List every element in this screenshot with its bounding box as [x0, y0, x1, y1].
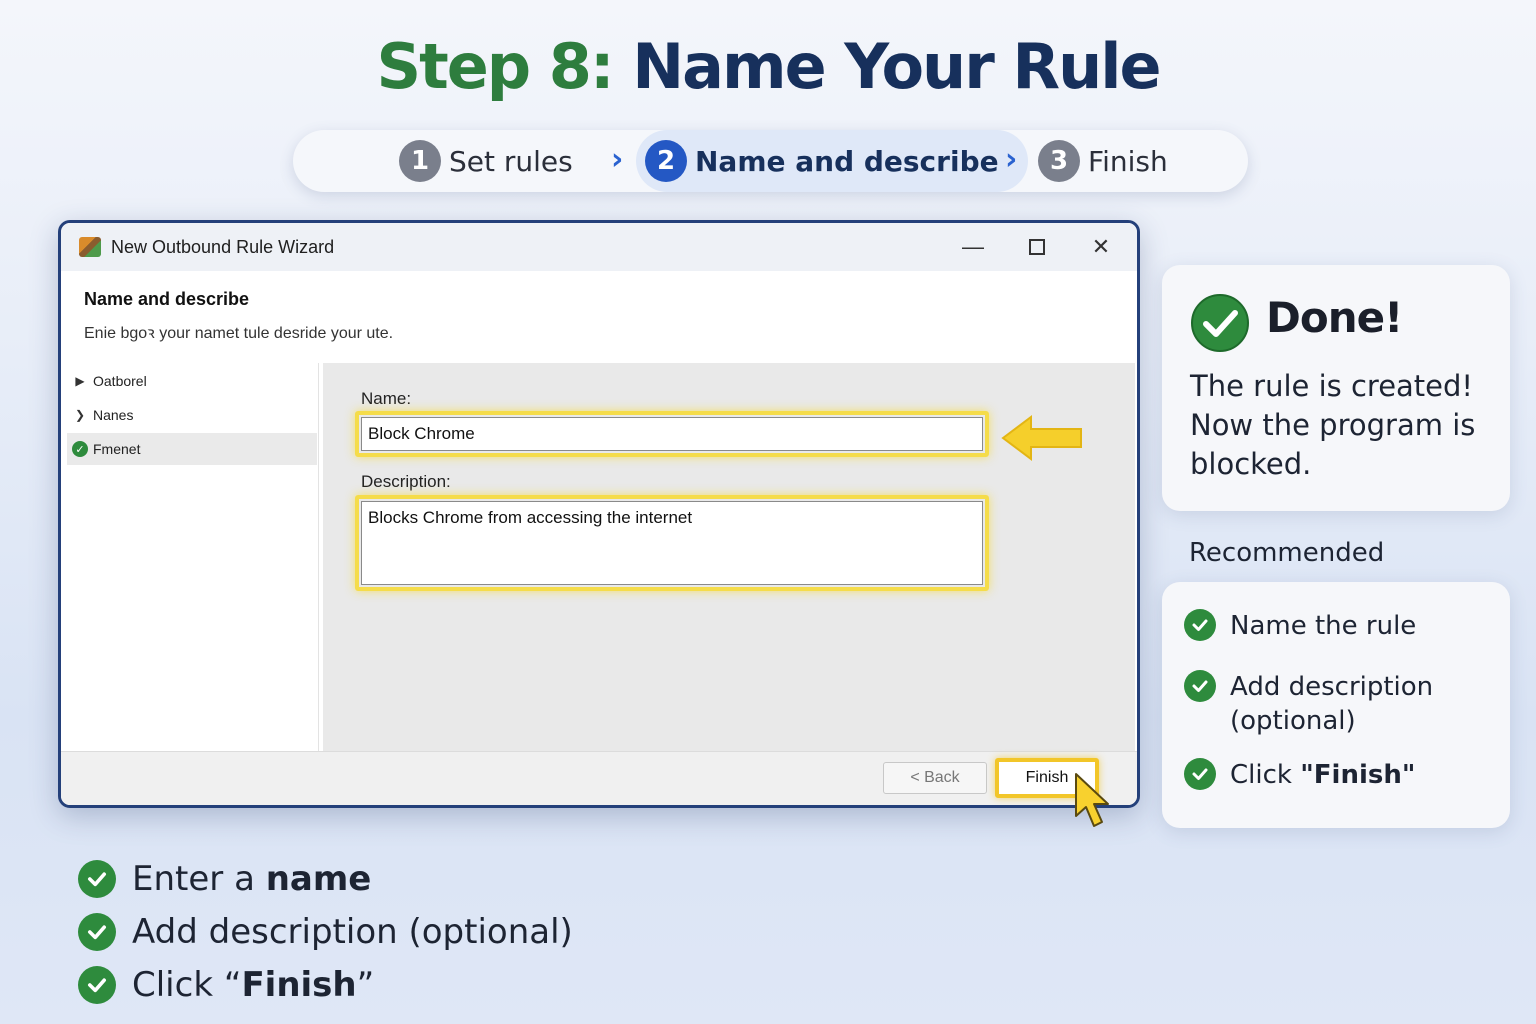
recommended-item: Name the rule: [1184, 609, 1416, 643]
chevron-right-icon: ›: [611, 142, 624, 177]
check-icon: [78, 859, 116, 898]
heading-prefix: Step 8:: [376, 30, 614, 103]
check-icon: [78, 965, 116, 1004]
step-3-label: Finish: [1088, 144, 1168, 178]
step-1-label: Set rules: [449, 144, 573, 178]
wizard-footer: < Back Finish: [61, 751, 1137, 805]
description-textarea[interactable]: Blocks Chrome from accessing the interne…: [361, 501, 983, 585]
window-title: New Outbound Rule Wizard: [111, 236, 335, 257]
check-icon: [1184, 758, 1216, 790]
step-2-label: Name and describe: [695, 144, 999, 178]
done-text: The rule is created! Now the program is …: [1190, 369, 1476, 481]
recommended-item: Click "Finish": [1184, 758, 1415, 792]
done-card: Done! The rule is created! Now the progr…: [1162, 265, 1510, 511]
step-2: 2 Name and describe: [636, 130, 1028, 192]
recommended-item-bold: "Finish": [1300, 760, 1416, 790]
nav-item-names[interactable]: ❯ Nanes: [67, 399, 317, 431]
checklist-item: Enter a name: [78, 852, 573, 905]
checklist-item: Click “Finish”: [78, 958, 573, 1011]
nav-item-label: Oatborel: [93, 373, 147, 389]
page-heading: Step 8: Name Your Rule: [0, 30, 1536, 103]
step-1: 1 Set rules: [399, 130, 573, 192]
pointer-arrow-icon: [1001, 415, 1082, 461]
arrow-right-icon: ▶: [75, 374, 85, 388]
chevron-right-icon: ›: [1005, 142, 1018, 177]
maximize-button[interactable]: [1017, 231, 1057, 263]
step-1-number: 1: [399, 140, 441, 182]
firewall-app-icon: [79, 237, 101, 257]
step-progress-bar: 1 Set rules › 2 Name and describe › 3 Fi…: [293, 130, 1248, 192]
name-label: Name:: [361, 389, 412, 408]
checklist-item-bold: Finish: [241, 964, 357, 1005]
recommended-item-text: Add description (optional): [1230, 672, 1434, 736]
recommended-item-text: Name the rule: [1230, 611, 1417, 641]
mouse-cursor-icon: [1075, 773, 1109, 827]
recommended-card: Name the rule Add description (optional)…: [1162, 582, 1510, 828]
description-label: Description:: [361, 472, 451, 491]
step-3-number: 3: [1038, 140, 1080, 182]
checklist-item-bold: name: [265, 858, 372, 899]
maximize-icon: [1029, 239, 1045, 255]
nav-item-outbound[interactable]: ▶ Oatborel: [67, 365, 317, 397]
wizard-content: Name: Block Chrome Description: Blocks C…: [323, 363, 1135, 751]
recommended-item: Add description (optional): [1184, 670, 1484, 738]
nav-item-finish[interactable]: ✓ Fmenet: [67, 433, 317, 465]
recommended-item-text: Click: [1230, 760, 1301, 790]
checklist-item-text: Click “: [132, 964, 242, 1005]
checklist-item-text: Add description (optional): [132, 911, 573, 952]
wizard-page-title: Name and describe: [84, 289, 250, 309]
wizard-window: New Outbound Rule Wizard — ✕ Name and de…: [58, 220, 1140, 808]
wizard-header: Name and describe Enie bgoꝛ your namet t…: [61, 271, 1137, 363]
check-icon: ✓: [72, 441, 88, 457]
checklist-item-suffix: ”: [356, 964, 375, 1005]
name-input[interactable]: Block Chrome: [361, 417, 983, 451]
bottom-checklist: Enter a name Add description (optional) …: [78, 852, 573, 1011]
wizard-steps-nav: ▶ Oatborel ❯ Nanes ✓ Fmenet: [65, 363, 319, 753]
checklist-item: Add description (optional): [78, 905, 573, 958]
window-titlebar[interactable]: New Outbound Rule Wizard — ✕: [61, 223, 1137, 271]
wizard-page-subtitle: Enie bgoꝛ your namet tule desride your u…: [84, 325, 394, 342]
recommended-title: Recommended: [1189, 538, 1385, 568]
check-icon: [1184, 609, 1216, 641]
check-icon: [78, 912, 116, 951]
check-circle-icon: [1191, 294, 1249, 352]
checklist-item-text: Enter a: [132, 858, 266, 899]
check-icon: [1184, 670, 1216, 702]
nav-item-label: Nanes: [93, 407, 134, 423]
chevron-right-icon: ❯: [74, 408, 86, 422]
nav-item-label: Fmenet: [93, 441, 141, 457]
step-2-number: 2: [645, 140, 687, 182]
minimize-button[interactable]: —: [953, 231, 993, 263]
step-3: 3 Finish: [1038, 130, 1168, 192]
close-button[interactable]: ✕: [1081, 231, 1121, 263]
back-button[interactable]: < Back: [883, 762, 987, 794]
heading-main: Name Your Rule: [632, 30, 1161, 103]
done-title: Done!: [1266, 293, 1403, 342]
